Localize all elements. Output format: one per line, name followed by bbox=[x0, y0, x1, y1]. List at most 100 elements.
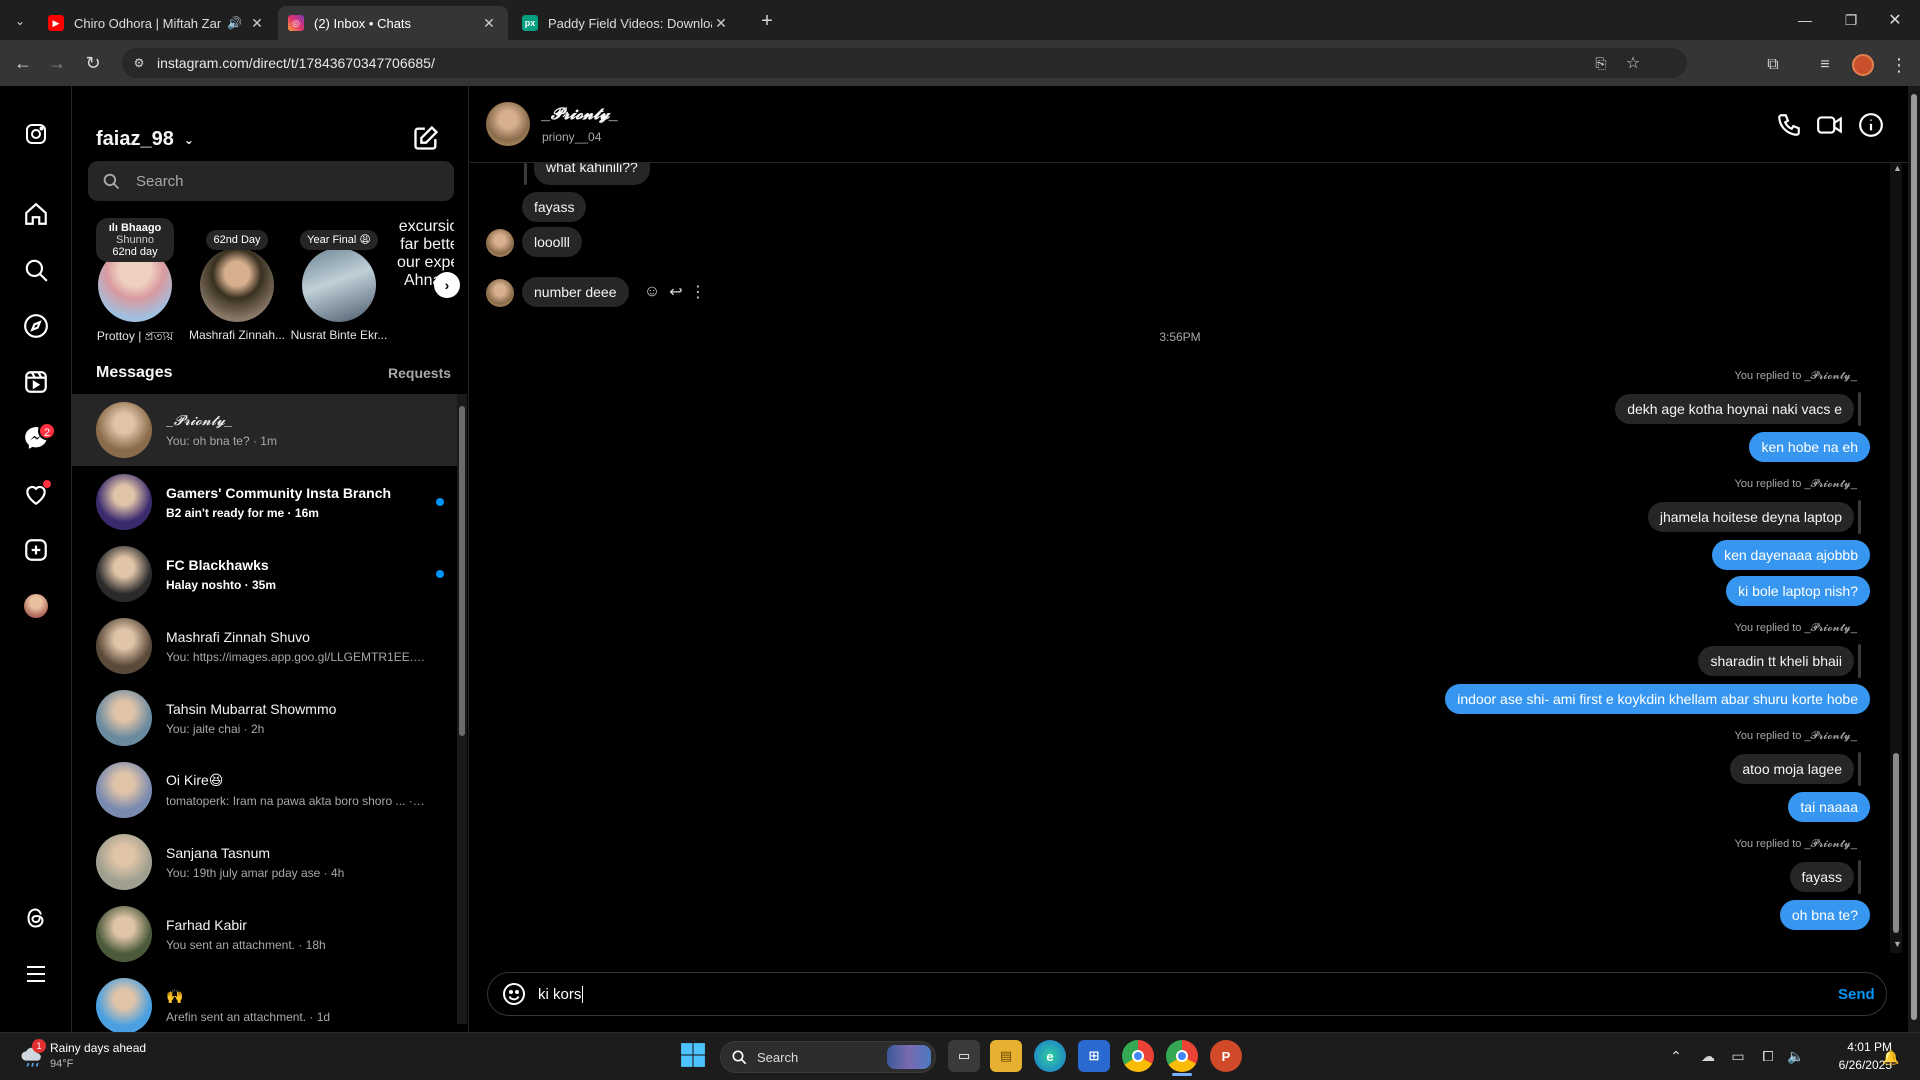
more-options-icon[interactable]: ⋮ bbox=[690, 282, 706, 302]
forward-icon[interactable]: → bbox=[44, 50, 70, 76]
restore-icon[interactable]: ❐ bbox=[1836, 8, 1866, 32]
windows-start-icon[interactable] bbox=[680, 1042, 708, 1070]
quoted-message[interactable]: sharadin tt kheli bhaii bbox=[1698, 646, 1854, 676]
outgoing-message[interactable]: indoor ase shi- ami first e koykdin khel… bbox=[1445, 684, 1870, 714]
close-tab-icon[interactable]: ✕ bbox=[480, 15, 498, 32]
conversation-row[interactable]: FC Blackhawks Halay noshto · 35m bbox=[72, 538, 460, 610]
bookmark-star-icon[interactable]: ☆ bbox=[1622, 52, 1644, 74]
conversation-preview: Halay noshto · 35m bbox=[166, 577, 277, 592]
profile-avatar[interactable] bbox=[24, 594, 48, 618]
quoted-message[interactable]: dekh age kotha hoynai naki vacs e bbox=[1615, 394, 1854, 424]
reels-icon[interactable] bbox=[18, 364, 54, 400]
incoming-message[interactable]: fayass bbox=[522, 192, 587, 222]
outgoing-message[interactable]: ki bole laptop nish? bbox=[1726, 576, 1870, 606]
instagram-logo-icon[interactable] bbox=[18, 116, 54, 152]
profile-avatar-icon[interactable] bbox=[1852, 54, 1874, 76]
reload-icon[interactable]: ↻ bbox=[80, 50, 106, 76]
more-menu-icon[interactable] bbox=[18, 956, 54, 992]
outgoing-message[interactable]: tai naaaa bbox=[1788, 792, 1870, 822]
conversation-row[interactable]: Tahsin Mubarrat Showmmo You: jaite chai ·… bbox=[72, 682, 460, 754]
url-text[interactable]: instagram.com/direct/t/17843670347706685… bbox=[157, 55, 435, 71]
tray-chevron-up-icon[interactable]: ⌃ bbox=[1664, 1044, 1688, 1068]
chrome-profile-icon[interactable] bbox=[1166, 1040, 1198, 1072]
chrome-icon[interactable] bbox=[1122, 1040, 1154, 1072]
sender-avatar[interactable] bbox=[486, 229, 514, 257]
react-emoji-icon[interactable]: ☺ bbox=[642, 282, 662, 302]
tab-youtube[interactable]: ▶ Chiro Odhora | Miftah Zam 🔊 ✕ bbox=[38, 6, 276, 40]
create-icon[interactable] bbox=[18, 532, 54, 568]
network-icon[interactable]: ⧠ bbox=[1756, 1044, 1780, 1068]
tab-instagram[interactable]: ◎ (2) Inbox • Chats ✕ bbox=[278, 6, 508, 40]
explore-icon[interactable] bbox=[18, 308, 54, 344]
chat-display-name[interactable]: _𝓟𝓻𝓲𝓸𝓷𝓽𝔂_ bbox=[542, 106, 618, 124]
story-prottoy[interactable]: ılı Bhaago Shunno 62nd day Prottoy | প্র… bbox=[86, 218, 184, 348]
address-bar[interactable]: ⚙ instagram.com/direct/t/178436703477066… bbox=[122, 48, 1687, 78]
minimize-icon[interactable]: — bbox=[1790, 8, 1820, 32]
incoming-message[interactable]: what kahinili?? bbox=[534, 163, 650, 185]
incoming-message[interactable]: looolll bbox=[522, 227, 582, 257]
site-info-icon[interactable]: ⚙ bbox=[130, 54, 148, 72]
quoted-message[interactable]: jhamela hoitese deyna laptop bbox=[1647, 502, 1854, 532]
emoji-picker-icon[interactable] bbox=[502, 982, 526, 1011]
search-input[interactable]: Search bbox=[88, 161, 454, 201]
close-tab-icon[interactable]: ✕ bbox=[712, 15, 730, 32]
conversation-row[interactable]: 🙌 Arefin sent an attachment. · 1d bbox=[72, 970, 460, 1032]
store-icon[interactable]: ⊞ bbox=[1078, 1040, 1110, 1072]
tab-search-icon[interactable]: ⌄ bbox=[8, 10, 32, 32]
conversation-row[interactable]: Gamers' Community Insta Branch B2 ain't r… bbox=[72, 466, 460, 538]
conversation-row[interactable]: Oi Kire😆 tomatoperk: Iram na pawa akta bo… bbox=[72, 754, 460, 826]
audio-call-icon[interactable] bbox=[1776, 112, 1802, 143]
back-icon[interactable]: ← bbox=[10, 50, 36, 76]
notification-bell-icon[interactable]: 🔔 bbox=[1880, 1046, 1902, 1068]
edge-icon[interactable]: e bbox=[1034, 1040, 1066, 1072]
send-button[interactable]: Send bbox=[1838, 986, 1875, 1003]
weather-title[interactable]: Rainy days ahead bbox=[50, 1041, 146, 1055]
stories-next-icon[interactable]: › bbox=[434, 272, 460, 298]
outgoing-message[interactable]: ken dayenaaa ajobbb bbox=[1712, 540, 1870, 570]
tab-pixabay[interactable]: px Paddy Field Videos: Download ✕ bbox=[512, 6, 740, 40]
page-scrollbar[interactable] bbox=[1908, 86, 1920, 1032]
outgoing-message[interactable]: oh bna te? bbox=[1779, 900, 1870, 930]
display-icon[interactable]: ▭ bbox=[1726, 1044, 1750, 1068]
taskbar-search[interactable]: Search bbox=[720, 1041, 936, 1073]
story-nusrat[interactable]: Year Final 😩 Nusrat Binte Ekr... bbox=[290, 230, 388, 342]
close-window-icon[interactable]: ✕ bbox=[1880, 8, 1910, 32]
quoted-message[interactable]: fayass bbox=[1789, 862, 1854, 892]
conversation-row[interactable]: _𝓟𝓻𝓲𝓸𝓷𝓽𝔂_ You: oh bna te? · 1m bbox=[72, 394, 460, 466]
install-app-icon[interactable]: ⎘ bbox=[1590, 52, 1612, 74]
new-tab-icon[interactable]: + bbox=[754, 8, 780, 34]
search-icon[interactable] bbox=[18, 252, 54, 288]
conversation-row[interactable]: Farhad Kabir You sent an attachment. · 18… bbox=[72, 898, 460, 970]
conversation-row[interactable]: Mashrafi Zinnah Shuvo You: https://images… bbox=[72, 610, 460, 682]
outgoing-message[interactable]: ken hobe na eh bbox=[1749, 432, 1870, 462]
new-message-icon[interactable] bbox=[412, 124, 442, 154]
message-input[interactable]: ki kors bbox=[538, 986, 584, 1003]
volume-icon[interactable]: 🔈 bbox=[1784, 1044, 1808, 1068]
conversation-avatar bbox=[96, 546, 152, 602]
quoted-message[interactable]: atoo moja lagee bbox=[1730, 754, 1854, 784]
chat-scrollbar[interactable]: ▲ ▼ bbox=[1890, 163, 1902, 953]
powerpoint-icon[interactable]: P bbox=[1210, 1040, 1242, 1072]
file-explorer-icon[interactable]: ▤ bbox=[990, 1040, 1022, 1072]
reply-icon[interactable]: ↩ bbox=[666, 282, 686, 302]
task-view-icon[interactable]: ▭ bbox=[948, 1040, 980, 1072]
incoming-message[interactable]: number deee bbox=[522, 277, 629, 307]
account-switcher[interactable]: faiaz_98 ⌄ bbox=[96, 128, 194, 151]
chat-avatar[interactable] bbox=[486, 102, 530, 146]
conversation-row[interactable]: Sanjana Tasnum You: 19th july amar pday a… bbox=[72, 826, 460, 898]
onedrive-icon[interactable]: ☁ bbox=[1696, 1044, 1720, 1068]
close-tab-icon[interactable]: ✕ bbox=[248, 15, 266, 32]
media-control-icon[interactable]: ≡ bbox=[1812, 52, 1838, 78]
home-icon[interactable] bbox=[18, 196, 54, 232]
conversation-preview: You: jaite chai · 2h bbox=[166, 721, 265, 736]
inbox-scrollbar[interactable] bbox=[457, 394, 467, 1024]
video-call-icon[interactable] bbox=[1816, 112, 1844, 143]
conversation-info-icon[interactable] bbox=[1858, 112, 1884, 143]
sender-avatar[interactable] bbox=[486, 279, 514, 307]
story-mashrafi[interactable]: 62nd Day Mashrafi Zinnah... bbox=[188, 230, 286, 342]
speaker-icon[interactable]: 🔊 bbox=[227, 16, 242, 30]
browser-menu-icon[interactable]: ⋮ bbox=[1888, 52, 1910, 78]
threads-icon[interactable] bbox=[18, 900, 54, 936]
requests-link[interactable]: Requests bbox=[388, 365, 451, 381]
extensions-icon[interactable]: ⧉ bbox=[1760, 52, 1786, 78]
